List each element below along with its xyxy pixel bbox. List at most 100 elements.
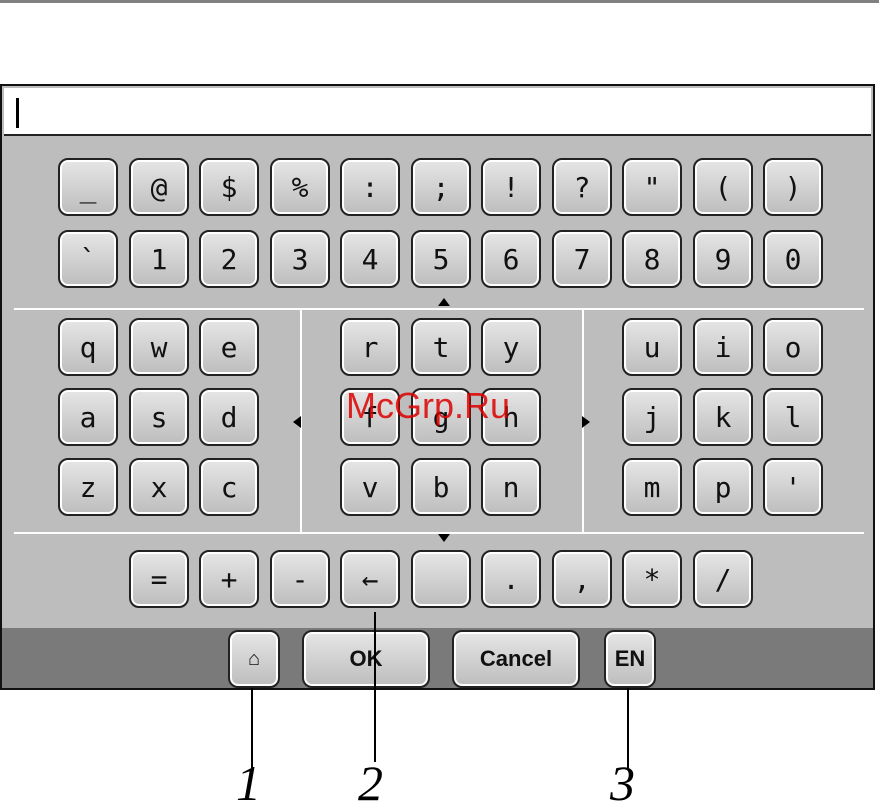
key-label: : xyxy=(361,170,379,204)
key-letter-letters_right-1-1[interactable]: k xyxy=(693,388,753,446)
watermark: McGrp.Ru xyxy=(346,385,511,426)
key-letter-letters_left-0-2[interactable]: e xyxy=(199,318,259,376)
key-label: 1 xyxy=(150,242,168,276)
key-number-8[interactable]: 8 xyxy=(622,230,682,288)
shift-button[interactable]: ⌂ xyxy=(228,630,280,688)
key-letter-letters_right-2-2[interactable]: ' xyxy=(763,458,823,516)
key-symbol-5[interactable]: ; xyxy=(411,158,471,216)
key-letter-letters_left-0-1[interactable]: w xyxy=(129,318,189,376)
key-letter-letters_mid-2-1[interactable]: b xyxy=(411,458,471,516)
key-label: ` xyxy=(79,242,97,276)
arrow-left-icon[interactable] xyxy=(293,416,301,428)
key-symbol-6[interactable]: ! xyxy=(481,158,541,216)
key-number-5[interactable]: 5 xyxy=(411,230,471,288)
key-symbol-8[interactable]: " xyxy=(622,158,682,216)
key-number-4[interactable]: 4 xyxy=(340,230,400,288)
key-bottom-2[interactable]: - xyxy=(270,550,330,608)
key-label: " xyxy=(643,170,661,204)
key-label: b xyxy=(432,470,450,504)
key-label: a xyxy=(79,400,97,434)
key-label: * xyxy=(643,562,661,596)
ok-label: OK xyxy=(349,646,383,671)
key-number-3[interactable]: 3 xyxy=(270,230,330,288)
language-button[interactable]: EN xyxy=(604,630,656,688)
key-label: n xyxy=(502,470,520,504)
key-label: m xyxy=(643,470,661,504)
key-letter-letters_mid-0-2[interactable]: y xyxy=(481,318,541,376)
key-label: 7 xyxy=(573,242,591,276)
key-letter-letters_left-2-1[interactable]: x xyxy=(129,458,189,516)
backspace-key[interactable]: ← xyxy=(340,550,400,608)
key-letter-letters_mid-0-1[interactable]: t xyxy=(411,318,471,376)
key-bottom-7[interactable]: * xyxy=(622,550,682,608)
key-label: o xyxy=(784,330,802,364)
key-label: t xyxy=(432,330,450,364)
key-number-0[interactable]: ` xyxy=(58,230,118,288)
key-bottom-0[interactable]: = xyxy=(129,550,189,608)
key-label: r xyxy=(361,330,379,364)
key-label: / xyxy=(714,562,732,596)
shift-icon: ⌂ xyxy=(247,647,261,670)
key-symbol-2[interactable]: $ xyxy=(199,158,259,216)
key-label: ; xyxy=(432,170,450,204)
key-number-1[interactable]: 1 xyxy=(129,230,189,288)
key-letter-letters_right-0-1[interactable]: i xyxy=(693,318,753,376)
key-label: w xyxy=(150,330,168,364)
key-symbol-0[interactable]: _ xyxy=(58,158,118,216)
key-letter-letters_mid-0-0[interactable]: r xyxy=(340,318,400,376)
key-letter-letters_left-2-0[interactable]: z xyxy=(58,458,118,516)
key-label: i xyxy=(714,330,732,364)
key-letter-letters_left-1-2[interactable]: d xyxy=(199,388,259,446)
key-label: % xyxy=(291,170,309,204)
key-label: 2 xyxy=(220,242,238,276)
key-letter-letters_right-0-0[interactable]: u xyxy=(622,318,682,376)
arrow-down-icon[interactable] xyxy=(438,534,450,542)
key-number-7[interactable]: 7 xyxy=(552,230,612,288)
key-bottom-8[interactable]: / xyxy=(693,550,753,608)
key-symbol-9[interactable]: ( xyxy=(693,158,753,216)
key-label: @ xyxy=(150,170,168,204)
arrow-right-icon[interactable] xyxy=(582,416,590,428)
key-letter-letters_right-1-2[interactable]: l xyxy=(763,388,823,446)
key-label: d xyxy=(220,400,238,434)
key-symbol-4[interactable]: : xyxy=(340,158,400,216)
key-letter-letters_left-1-1[interactable]: s xyxy=(129,388,189,446)
ok-button[interactable]: OK xyxy=(302,630,430,688)
key-letter-letters_right-2-1[interactable]: p xyxy=(693,458,753,516)
key-label: , xyxy=(573,562,591,596)
arrow-up-icon[interactable] xyxy=(438,298,450,306)
key-number-9[interactable]: 9 xyxy=(693,230,753,288)
key-number-10[interactable]: 0 xyxy=(763,230,823,288)
key-label: ) xyxy=(784,170,802,204)
key-letter-letters_mid-2-0[interactable]: v xyxy=(340,458,400,516)
cancel-button[interactable]: Cancel xyxy=(452,630,580,688)
key-letter-letters_left-1-0[interactable]: a xyxy=(58,388,118,446)
key-number-2[interactable]: 2 xyxy=(199,230,259,288)
key-letter-letters_right-2-0[interactable]: m xyxy=(622,458,682,516)
key-label: k xyxy=(714,400,732,434)
text-input-field[interactable] xyxy=(4,88,871,136)
section-divider-top xyxy=(14,308,864,310)
key-label: z xyxy=(79,470,97,504)
key-symbol-1[interactable]: @ xyxy=(129,158,189,216)
key-letter-letters_left-2-2[interactable]: c xyxy=(199,458,259,516)
key-label: l xyxy=(784,400,802,434)
key-label: x xyxy=(150,470,168,504)
key-label: $ xyxy=(220,170,238,204)
key-bottom-1[interactable]: + xyxy=(199,550,259,608)
key-letter-letters_right-0-2[interactable]: o xyxy=(763,318,823,376)
key-bottom-6[interactable]: , xyxy=(552,550,612,608)
space-key[interactable] xyxy=(411,550,471,608)
key-bottom-5[interactable]: . xyxy=(481,550,541,608)
key-letter-letters_left-0-0[interactable]: q xyxy=(58,318,118,376)
key-symbol-10[interactable]: ) xyxy=(763,158,823,216)
key-letter-letters_right-1-0[interactable]: j xyxy=(622,388,682,446)
key-label: ? xyxy=(573,170,591,204)
key-symbol-3[interactable]: % xyxy=(270,158,330,216)
key-label: _ xyxy=(79,170,97,204)
key-label: 5 xyxy=(432,242,450,276)
key-number-6[interactable]: 6 xyxy=(481,230,541,288)
key-label: ! xyxy=(502,170,520,204)
key-letter-letters_mid-2-2[interactable]: n xyxy=(481,458,541,516)
key-symbol-7[interactable]: ? xyxy=(552,158,612,216)
